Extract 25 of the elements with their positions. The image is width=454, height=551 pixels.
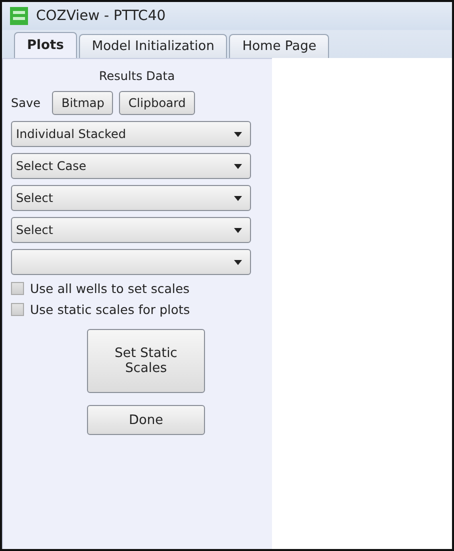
checkbox[interactable] xyxy=(11,303,24,316)
checkbox-label: Use all wells to set scales xyxy=(30,281,190,296)
tab[interactable]: Model Initialization xyxy=(78,34,228,58)
checkbox[interactable] xyxy=(11,282,24,295)
dropdown[interactable]: Select xyxy=(11,185,251,211)
save-button[interactable]: Bitmap xyxy=(52,91,114,115)
caret-icon xyxy=(234,260,242,264)
dropdown[interactable]: Select xyxy=(11,217,251,243)
section-heading: Results Data xyxy=(99,68,176,85)
save-button[interactable]: Clipboard xyxy=(119,91,195,115)
checkbox-label: Use static scales for plots xyxy=(30,302,190,317)
tab[interactable]: Plots xyxy=(14,32,77,58)
window-title: COZView - PTTC40 xyxy=(36,8,166,24)
app-logo-icon xyxy=(10,7,28,25)
dropdown[interactable]: Individual Stacked xyxy=(11,121,251,147)
dropdown[interactable] xyxy=(11,249,251,275)
save-label: Save xyxy=(11,96,40,110)
caret-icon xyxy=(234,164,242,168)
tab[interactable]: Home Page xyxy=(229,34,330,58)
caret-icon xyxy=(234,196,242,200)
caret-icon xyxy=(234,132,242,136)
action-button[interactable]: Set Static Scales xyxy=(87,329,205,393)
dropdown[interactable]: Select Case xyxy=(11,153,251,179)
caret-icon xyxy=(234,228,242,232)
action-button[interactable]: Done xyxy=(87,405,205,435)
